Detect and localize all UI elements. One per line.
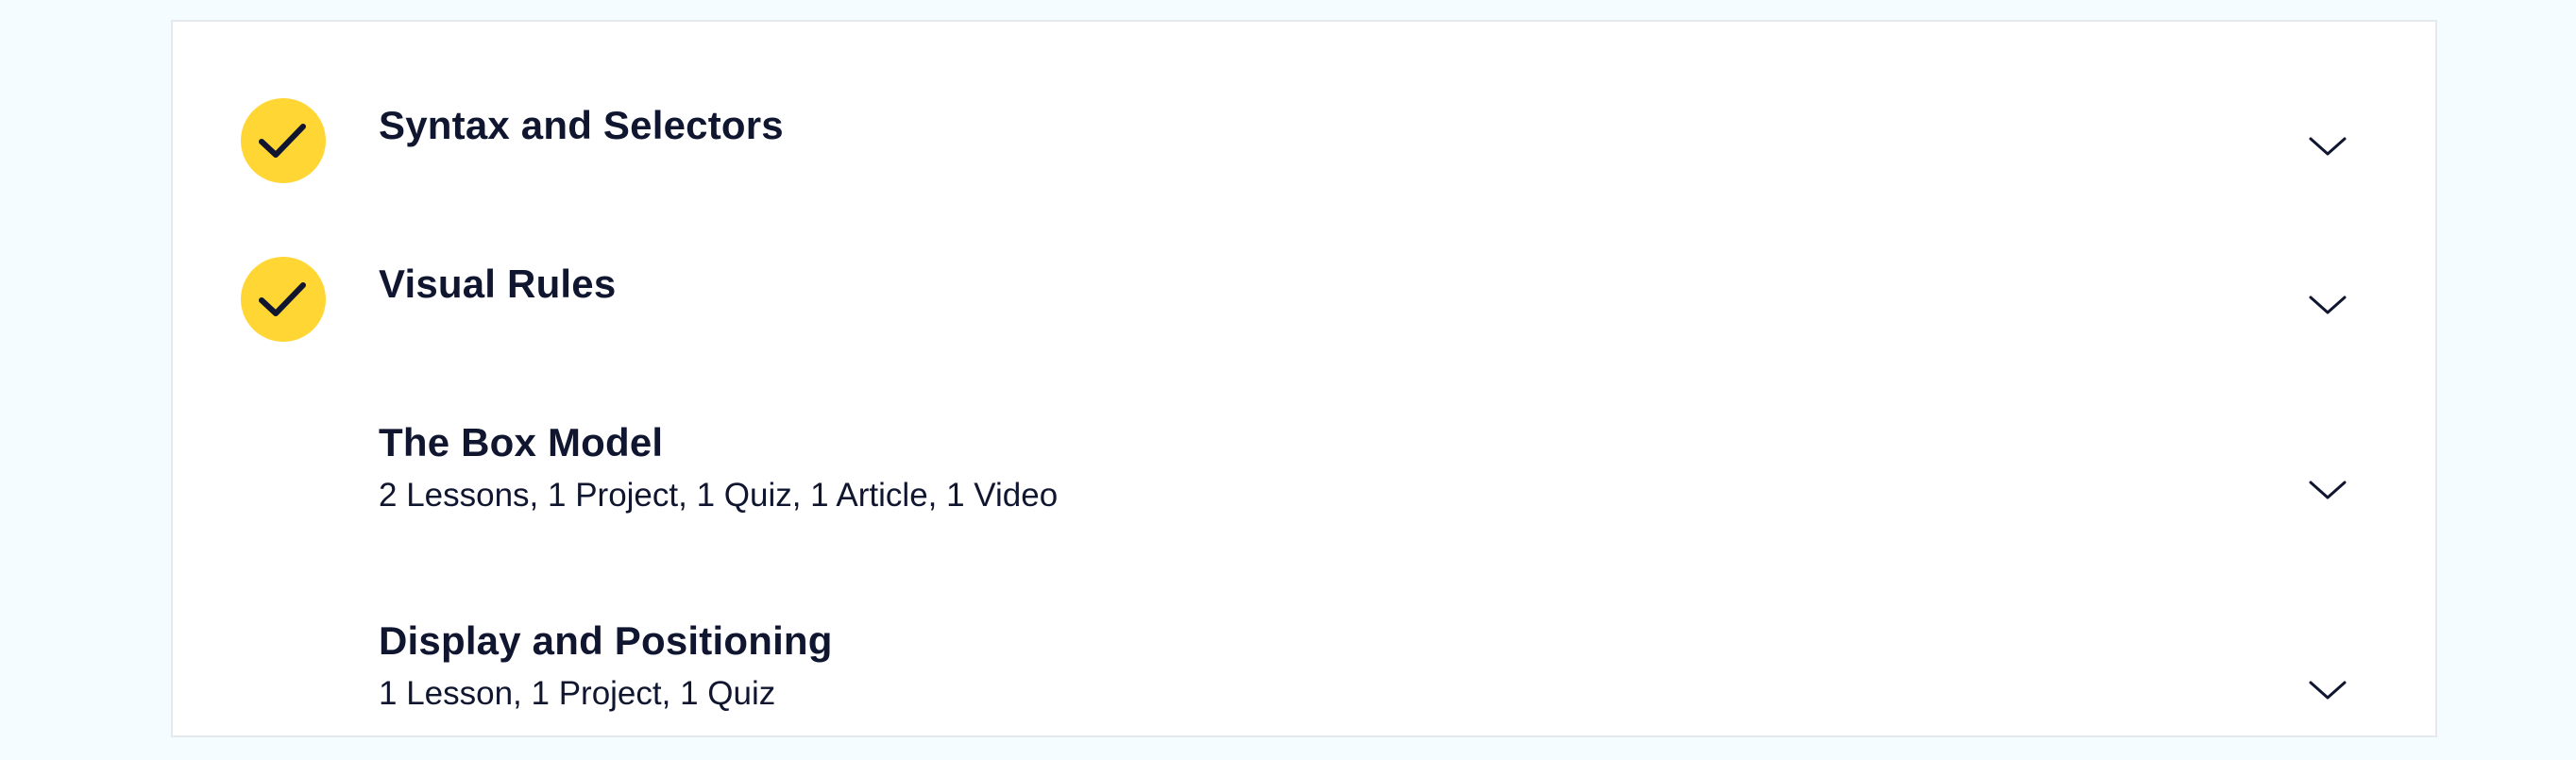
completed-badge (241, 257, 326, 342)
module-row-syntax-and-selectors[interactable]: Syntax and Selectors (173, 22, 2435, 183)
module-title: Display and Positioning (379, 618, 833, 663)
chevron-down-icon (2309, 681, 2347, 700)
chevron-down-icon (2309, 137, 2347, 156)
chevron-down-icon (2309, 296, 2347, 314)
expand-toggle-button[interactable] (2307, 133, 2348, 160)
expand-toggle-button[interactable] (2307, 677, 2348, 703)
chevron-down-icon (2309, 481, 2347, 499)
module-title: Visual Rules (379, 262, 617, 306)
module-row-the-box-model[interactable]: The Box Model 2 Lessons, 1 Project, 1 Qu… (173, 411, 2435, 562)
module-row-display-and-positioning[interactable]: Display and Positioning 1 Lesson, 1 Proj… (173, 609, 2435, 760)
module-title: The Box Model (379, 420, 664, 464)
module-row-visual-rules[interactable]: Visual Rules (173, 180, 2435, 342)
module-content-summary: 1 Lesson, 1 Project, 1 Quiz (379, 675, 776, 712)
expand-toggle-button[interactable] (2307, 292, 2348, 318)
expand-toggle-button[interactable] (2307, 477, 2348, 503)
check-icon (259, 124, 306, 158)
completed-badge (241, 98, 326, 183)
module-content-summary: 2 Lessons, 1 Project, 1 Quiz, 1 Article,… (379, 477, 1059, 514)
syllabus-card: Syntax and Selectors Visual Rules The Bo… (171, 20, 2437, 737)
check-icon (259, 282, 306, 316)
module-title: Syntax and Selectors (379, 103, 784, 147)
